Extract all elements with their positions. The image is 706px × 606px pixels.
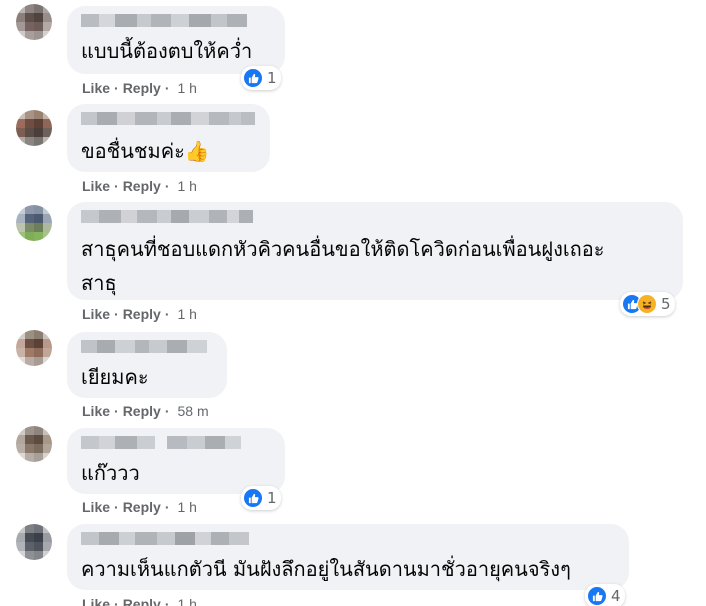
like-link[interactable]: Like <box>82 596 110 606</box>
reaction-summary[interactable]: 1 <box>241 486 281 510</box>
comment-text: ความเห็นแกตัวนี มันฝังลึกอยู่ในสันดานมาช… <box>81 557 571 581</box>
timestamp[interactable]: 1 h <box>177 178 196 194</box>
timestamp[interactable]: 58 m <box>177 403 208 419</box>
author-name[interactable] <box>81 436 241 449</box>
separator: · <box>164 306 170 322</box>
author-name[interactable] <box>81 340 207 353</box>
avatar[interactable] <box>16 524 52 560</box>
avatar[interactable] <box>16 110 52 146</box>
avatar[interactable] <box>16 4 52 40</box>
separator: · <box>164 80 170 96</box>
reply-link[interactable]: Reply <box>123 499 161 515</box>
like-link[interactable]: Like <box>82 80 110 96</box>
like-icon <box>587 586 607 606</box>
comment-actions: Like · Reply · 1 h <box>82 80 197 96</box>
comment-bubble: ขอชื่นชมค่ะ👍 <box>67 104 270 172</box>
reaction-count: 1 <box>267 489 277 507</box>
reaction-count: 5 <box>661 295 671 313</box>
reply-link[interactable]: Reply <box>123 80 161 96</box>
separator: · <box>114 499 119 515</box>
author-name[interactable] <box>81 14 247 27</box>
comment-feed: แบบนี้ต้องตบให้คว่ำ 1 Like · Reply · 1 h ขอช… <box>0 0 706 606</box>
comment-text: ขอชื่นชมค่ะ👍 <box>81 139 210 163</box>
haha-icon <box>637 294 657 314</box>
comment-item: แบบนี้ต้องตบให้คว่ำ 1 Like · Reply · 1 h <box>0 0 706 100</box>
comment-item: ความเห็นแกตัวนี มันฝังลึกอยู่ในสันดานมาช… <box>0 520 706 606</box>
separator: · <box>164 403 170 419</box>
reaction-count: 4 <box>611 587 621 605</box>
like-link[interactable]: Like <box>82 306 110 322</box>
like-icon <box>243 488 263 508</box>
separator: · <box>114 178 119 194</box>
like-link[interactable]: Like <box>82 403 110 419</box>
separator: · <box>164 596 170 606</box>
reply-link[interactable]: Reply <box>123 596 161 606</box>
comment-bubble: ความเห็นแกตัวนี มันฝังลึกอยู่ในสันดานมาช… <box>67 524 629 590</box>
avatar[interactable] <box>16 330 52 366</box>
comment-bubble: แก๊ววว <box>67 428 285 494</box>
like-link[interactable]: Like <box>82 499 110 515</box>
comment-actions: Like · Reply · 1 h <box>82 596 197 606</box>
comment-item: ขอชื่นชมค่ะ👍 Like · Reply · 1 h <box>0 100 706 200</box>
comment-text: เยียมคะ <box>81 365 149 389</box>
avatar[interactable] <box>16 205 52 241</box>
author-name[interactable] <box>81 112 255 125</box>
comment-actions: Like · Reply · 1 h <box>82 178 197 194</box>
comment-text: สาธุคนที่ชอบแดกหัวคิวคนอื่นขอให้ติดโควิด… <box>81 237 605 295</box>
comment-item: เยียมคะ Like · Reply · 58 m <box>0 328 706 424</box>
timestamp[interactable]: 1 h <box>177 306 196 322</box>
comment-text: แบบนี้ต้องตบให้คว่ำ <box>81 39 253 63</box>
separator: · <box>164 499 170 515</box>
comment-item: แก๊ววว 1 Like · Reply · 1 h <box>0 424 706 520</box>
separator: · <box>114 596 119 606</box>
comment-actions: Like · Reply · 1 h <box>82 306 197 322</box>
reply-link[interactable]: Reply <box>123 178 161 194</box>
comment-text: แก๊ววว <box>81 461 140 485</box>
comment-actions: Like · Reply · 58 m <box>82 403 209 419</box>
like-link[interactable]: Like <box>82 178 110 194</box>
comment-bubble: สาธุคนที่ชอบแดกหัวคิวคนอื่นขอให้ติดโควิด… <box>67 202 683 300</box>
comment-item: สาธุคนที่ชอบแดกหัวคิวคนอื่นขอให้ติดโควิด… <box>0 200 706 328</box>
comment-bubble: แบบนี้ต้องตบให้คว่ำ <box>67 6 285 74</box>
author-name[interactable] <box>81 210 253 223</box>
separator: · <box>164 178 170 194</box>
reply-link[interactable]: Reply <box>123 306 161 322</box>
like-icon <box>243 68 263 88</box>
reaction-count: 1 <box>267 69 277 87</box>
reaction-summary[interactable]: 1 <box>241 66 281 90</box>
separator: · <box>114 80 119 96</box>
separator: · <box>114 403 119 419</box>
comment-bubble: เยียมคะ <box>67 332 227 398</box>
reaction-summary[interactable]: 5 <box>620 292 675 316</box>
timestamp[interactable]: 1 h <box>177 596 196 606</box>
timestamp[interactable]: 1 h <box>177 80 196 96</box>
comment-actions: Like · Reply · 1 h <box>82 499 197 515</box>
reaction-summary[interactable]: 4 <box>585 584 625 606</box>
separator: · <box>114 306 119 322</box>
timestamp[interactable]: 1 h <box>177 499 196 515</box>
avatar[interactable] <box>16 426 52 462</box>
author-name[interactable] <box>81 532 249 545</box>
reply-link[interactable]: Reply <box>123 403 161 419</box>
